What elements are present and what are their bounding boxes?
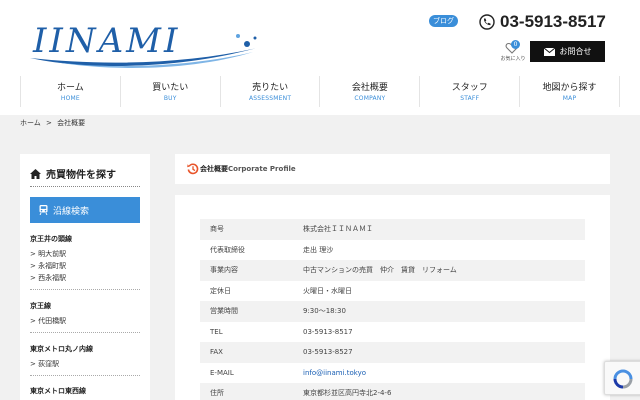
sidebar: 売買物件を探す 沿線検索 京王井の頭線 > 明大前駅 > 永福町駅 > 西永福駅…: [20, 154, 150, 400]
breadcrumb: ホーム > 会社概要: [20, 118, 88, 128]
page-title-en: Corporate Profile: [228, 165, 296, 173]
page-title: 会社概要 Corporate Profile: [175, 154, 610, 184]
sidebar-title: 売買物件を探す: [30, 166, 116, 181]
row-value: 03-5913-8517: [303, 327, 353, 336]
row-value: 03-5913-8527: [303, 342, 585, 363]
nav-sublabel: MAP: [562, 95, 577, 102]
line-group: 京王井の頭線 > 明大前駅 > 永福町駅 > 西永福駅: [30, 235, 142, 290]
train-icon: [39, 205, 48, 215]
row-label: 営業時間: [200, 301, 303, 322]
row-value: 中古マンションの売買 仲介 賃貸 リフォーム: [303, 260, 585, 281]
favorites-button[interactable]: 0 お気に入り: [499, 40, 527, 64]
breadcrumb-separator: >: [46, 119, 52, 127]
row-label: 商号: [200, 219, 303, 240]
line-group: 東京メトロ丸ノ内線 > 荻窪駅: [30, 345, 142, 376]
recaptcha-icon: [613, 369, 633, 389]
route-search-label: 沿線検索: [53, 206, 90, 217]
email-link[interactable]: info@iinami.tokyo: [303, 369, 366, 377]
row-label: 住所: [200, 383, 303, 400]
page-title-ja: 会社概要: [200, 165, 228, 173]
house-icon: [30, 168, 41, 179]
line-name: 京王線: [30, 302, 51, 310]
divider: [30, 186, 140, 187]
breadcrumb-current: 会社概要: [57, 119, 86, 127]
table-row: 住所 東京都杉並区高円寺北2-4-6: [200, 383, 585, 400]
row-label: E-MAIL: [210, 368, 234, 377]
site-logo[interactable]: IINAMI: [25, 8, 265, 70]
route-search-button[interactable]: 沿線検索: [30, 197, 140, 223]
line-name: 東京メトロ丸ノ内線: [30, 345, 93, 353]
breadcrumb-home-link[interactable]: ホーム: [20, 119, 41, 127]
logo-graphic: IINAMI: [30, 21, 257, 68]
company-profile-card: 商号 株式会社ＩＩＮＡＭＩ 代表取締役 走出 理沙 事業内容 中古マンションの売買 仲…: [175, 195, 610, 400]
station-link[interactable]: > 永福町駅: [30, 260, 142, 272]
station-link[interactable]: > 明大前駅: [30, 248, 142, 260]
nav-label: 会社概要: [351, 83, 388, 93]
nav-item-buy[interactable]: 買いたい BUY: [119, 76, 220, 107]
table-row: FAX 03-5913-8527: [200, 342, 585, 363]
table-row: E-MAIL info@iinami.tokyo: [200, 363, 585, 384]
row-value: 走出 理沙: [303, 245, 334, 254]
nav-sublabel: COMPANY: [354, 95, 386, 102]
favorites-label: お気に入り: [500, 56, 526, 62]
line-name: 京王井の頭線: [30, 235, 72, 243]
divider: [30, 332, 140, 333]
nav-item-company[interactable]: 会社概要 COMPANY: [319, 76, 419, 107]
row-label: 事業内容: [200, 260, 303, 281]
nav-sublabel: HOME: [60, 95, 80, 102]
nav-label: ホーム: [57, 83, 84, 93]
page: IINAMI ブログ 03-5913-8517 0 お気に入り お問合せ ホーム…: [0, 0, 640, 400]
line-name: 東京メトロ東西線: [30, 387, 86, 395]
sidebar-title-text: 売買物件を探す: [46, 170, 116, 181]
contact-button[interactable]: お問合せ: [530, 41, 605, 62]
row-label: FAX: [200, 342, 303, 363]
row-value: 東京都杉並区高円寺北2-4-6: [303, 383, 585, 400]
envelope-icon: [543, 47, 555, 56]
logo-text: IINAMI: [32, 21, 180, 61]
row-value: 火曜日・水曜日: [303, 286, 352, 295]
row-label: 定休日: [210, 286, 231, 295]
station-link[interactable]: > 代田橋駅: [30, 315, 142, 327]
nav-item-staff[interactable]: スタッフ STAFF: [419, 76, 519, 107]
table-row: TEL 03-5913-8517: [200, 322, 585, 343]
row-value: info@iinami.tokyo: [303, 363, 585, 384]
company-profile-table: 商号 株式会社ＩＩＮＡＭＩ 代表取締役 走出 理沙 事業内容 中古マンションの売買 仲…: [200, 219, 585, 400]
row-label: 代表取締役: [210, 245, 245, 254]
nav-sublabel: ASSESSMENT: [248, 95, 292, 102]
nav-item-home[interactable]: ホーム HOME: [20, 76, 120, 107]
station-link[interactable]: > 西永福駅: [30, 272, 142, 284]
line-group: 京王線 > 代田橋駅: [30, 302, 142, 333]
row-label: TEL: [210, 327, 223, 336]
table-row: 商号 株式会社ＩＩＮＡＭＩ: [200, 219, 585, 240]
phone-number[interactable]: 03-5913-8517: [500, 11, 606, 33]
table-row: 定休日 火曜日・水曜日: [200, 281, 585, 302]
nav-label: スタッフ: [451, 83, 488, 93]
row-value: 9:30～18:30: [303, 301, 585, 322]
divider: [30, 375, 140, 376]
main-nav: ホーム HOME 買いたい BUY 売りたい ASSESSMENT 会社概要 C…: [20, 76, 620, 107]
contact-label: お問合せ: [559, 47, 592, 56]
divider: [30, 289, 140, 290]
table-row: 営業時間 9:30～18:30: [200, 301, 585, 322]
nav-label: 売りたい: [252, 83, 289, 93]
nav-label: 買いたい: [152, 83, 189, 93]
blog-button[interactable]: ブログ: [429, 15, 458, 27]
site-header: IINAMI ブログ 03-5913-8517 0 お気に入り お問合せ ホーム…: [0, 0, 640, 115]
nav-item-map[interactable]: 地図から探す MAP: [519, 76, 620, 107]
history-icon: [187, 163, 199, 175]
station-link[interactable]: > 荻窪駅: [30, 358, 142, 370]
recaptcha-badge[interactable]: [604, 361, 640, 395]
nav-label: 地図から探す: [542, 83, 597, 93]
table-row: 事業内容 中古マンションの売買 仲介 賃貸 リフォーム: [200, 260, 585, 281]
phone-icon: [479, 14, 495, 30]
nav-sublabel: STAFF: [460, 95, 480, 102]
nav-item-assessment[interactable]: 売りたい ASSESSMENT: [219, 76, 320, 107]
nav-sublabel: BUY: [163, 95, 177, 102]
line-group: 東京メトロ東西線: [30, 387, 142, 400]
row-value: 株式会社ＩＩＮＡＭＩ: [303, 219, 585, 240]
favorites-count-badge: 0: [511, 40, 520, 49]
table-row: 代表取締役 走出 理沙: [200, 240, 585, 261]
